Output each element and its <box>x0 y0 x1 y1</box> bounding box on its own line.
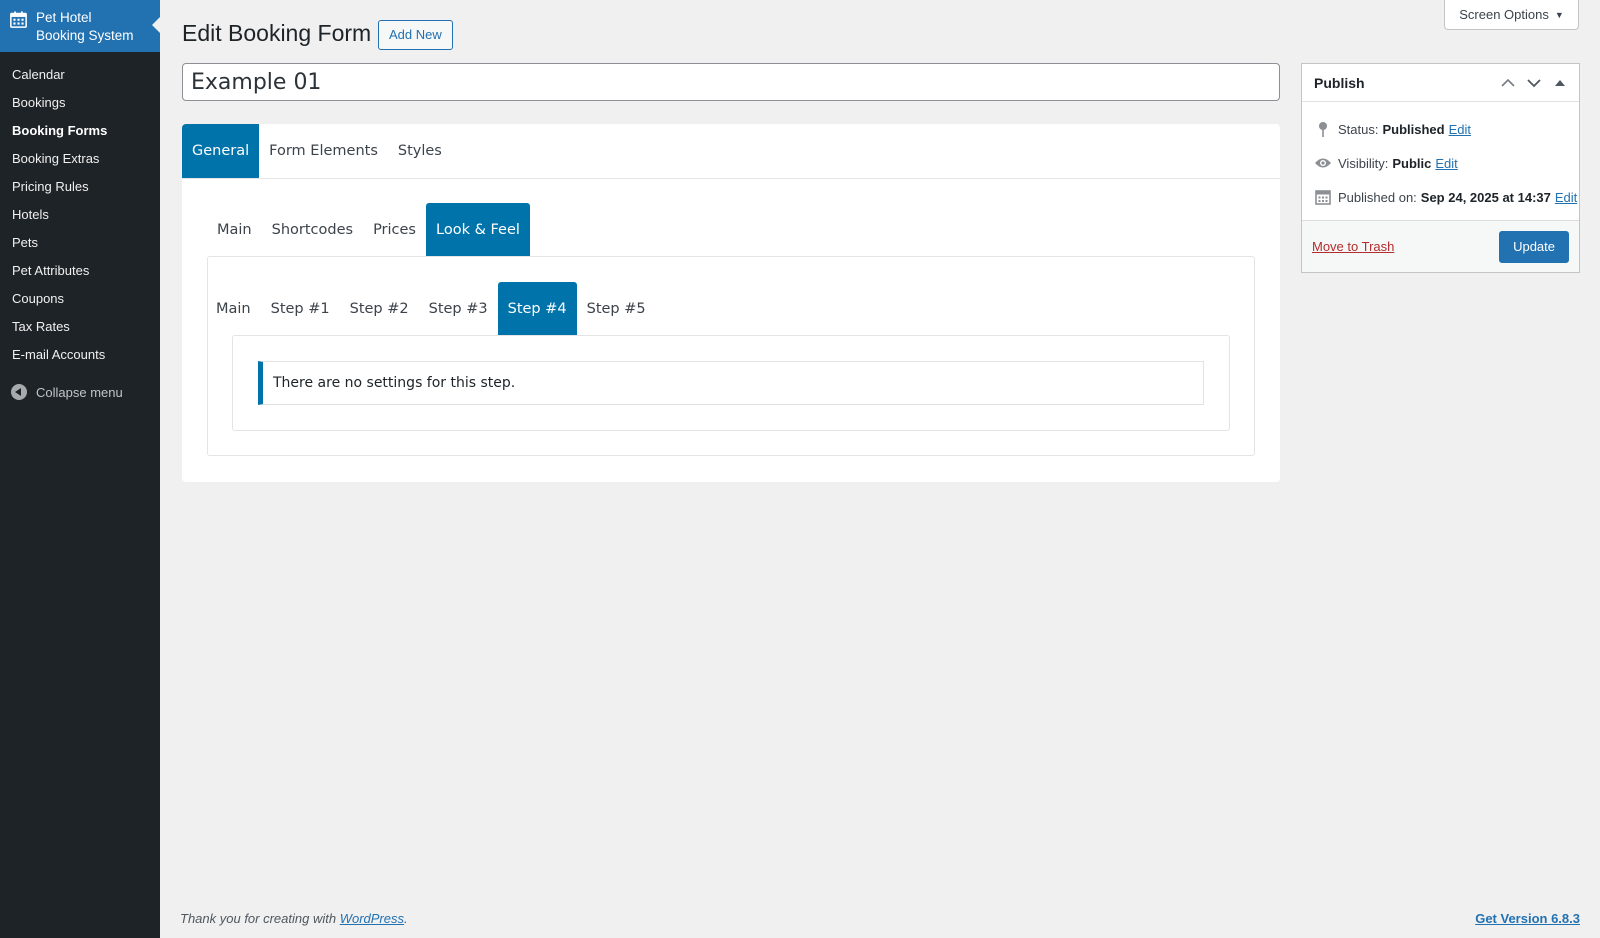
secondary-tabs: Main Shortcodes Prices Look & Feel <box>207 203 530 256</box>
tab-form-elements[interactable]: Form Elements <box>259 124 388 178</box>
visibility-value: Public <box>1392 155 1432 171</box>
subtab-look-and-feel[interactable]: Look & Feel <box>426 203 530 256</box>
booking-form-panel: General Form Elements Styles Main Shortc… <box>182 124 1280 482</box>
published-on-value: Sep 24, 2025 at 14:37 <box>1420 189 1551 205</box>
no-settings-notice: There are no settings for this step. <box>258 361 1204 405</box>
brand-line-1: Pet Hotel <box>36 10 92 25</box>
subtab-main[interactable]: Main <box>207 203 262 256</box>
add-new-button[interactable]: Add New <box>378 20 453 50</box>
pin-icon <box>1314 120 1332 138</box>
status-value: Published <box>1382 121 1445 137</box>
get-version-link[interactable]: Get Version 6.8.3 <box>1475 911 1580 926</box>
step-tab-5[interactable]: Step #5 <box>577 282 656 335</box>
sidebar-item-tax-rates[interactable]: Tax Rates <box>0 313 160 341</box>
footer-thanks-suffix: . <box>404 911 408 926</box>
subtab-prices[interactable]: Prices <box>363 203 426 256</box>
primary-tabs: General Form Elements Styles <box>182 124 452 178</box>
sidebar-item-pet-attributes[interactable]: Pet Attributes <box>0 257 160 285</box>
sidebar-item-coupons[interactable]: Coupons <box>0 285 160 313</box>
admin-sidebar: Pet Hotel Booking System Calendar Bookin… <box>0 0 160 938</box>
collapse-arrow-icon <box>11 384 27 400</box>
sidebar-item-bookings[interactable]: Bookings <box>0 89 160 117</box>
step-tab-2[interactable]: Step #2 <box>340 282 419 335</box>
publish-box-controls <box>1495 74 1573 92</box>
sidebar-brand-title: Pet Hotel Booking System <box>36 9 134 45</box>
subtab-shortcodes[interactable]: Shortcodes <box>262 203 363 256</box>
footer-thanks-prefix: Thank you for creating with <box>180 911 337 926</box>
form-title-input[interactable] <box>182 63 1280 101</box>
step-tab-4[interactable]: Step #4 <box>497 282 577 335</box>
status-label: Status: <box>1338 121 1379 137</box>
status-row: Status: Published Edit <box>1314 120 1471 138</box>
eye-icon <box>1314 154 1332 172</box>
move-to-trash-link[interactable]: Move to Trash <box>1312 239 1394 254</box>
footer-thanks: Thank you for creating with WordPress. <box>180 911 408 926</box>
publish-actions: Move to Trash Update <box>1302 220 1579 272</box>
sidebar-brand[interactable]: Pet Hotel Booking System <box>0 0 160 52</box>
published-on-label: Published on: <box>1338 189 1417 205</box>
move-up-icon[interactable] <box>1495 74 1521 92</box>
tab-styles[interactable]: Styles <box>388 124 452 178</box>
visibility-label: Visibility: <box>1338 155 1389 171</box>
collapse-menu-label: Collapse menu <box>36 384 123 400</box>
sidebar-item-pets[interactable]: Pets <box>0 229 160 257</box>
sidebar-item-email-accounts[interactable]: E-mail Accounts <box>0 341 160 369</box>
publish-box-header: Publish <box>1302 64 1579 102</box>
sidebar-item-pricing-rules[interactable]: Pricing Rules <box>0 173 160 201</box>
published-on-row: Published on: Sep 24, 2025 at 14:37 Edit <box>1314 188 1577 206</box>
edit-date-link[interactable]: Edit <box>1555 190 1577 205</box>
move-down-icon[interactable] <box>1521 74 1547 92</box>
page-title: Edit Booking Form <box>182 20 372 46</box>
toggle-panel-icon[interactable] <box>1547 74 1573 92</box>
tab-general[interactable]: General <box>182 124 260 178</box>
tabs-divider <box>182 178 1280 179</box>
step-tabs: Main Step #1 Step #2 Step #3 Step #4 Ste… <box>206 282 656 335</box>
visibility-row: Visibility: Public Edit <box>1314 154 1458 172</box>
step-tab-3[interactable]: Step #3 <box>419 282 498 335</box>
calendar-icon <box>10 11 27 28</box>
publish-title: Publish <box>1314 74 1365 91</box>
step-tab-1[interactable]: Step #1 <box>261 282 340 335</box>
edit-visibility-link[interactable]: Edit <box>1435 156 1457 171</box>
screen-options-label: Screen Options <box>1459 7 1549 22</box>
edit-status-link[interactable]: Edit <box>1449 122 1471 137</box>
sidebar-item-calendar[interactable]: Calendar <box>0 61 160 89</box>
publish-box: Publish Status: Published Edit Visibilit… <box>1301 63 1580 273</box>
sidebar-menu: Calendar Bookings Booking Forms Booking … <box>0 52 160 369</box>
step-tab-main[interactable]: Main <box>206 282 261 335</box>
calendar-small-icon <box>1314 188 1332 206</box>
update-button[interactable]: Update <box>1499 231 1569 263</box>
brand-line-2: Booking System <box>36 28 134 43</box>
collapse-menu-button[interactable]: Collapse menu <box>0 379 160 405</box>
sidebar-item-booking-extras[interactable]: Booking Extras <box>0 145 160 173</box>
sidebar-item-booking-forms[interactable]: Booking Forms <box>0 117 160 145</box>
wordpress-link[interactable]: WordPress <box>340 911 404 926</box>
caret-down-icon: ▼ <box>1554 9 1564 20</box>
sidebar-item-hotels[interactable]: Hotels <box>0 201 160 229</box>
screen-options-button[interactable]: Screen Options ▼ <box>1444 0 1579 30</box>
